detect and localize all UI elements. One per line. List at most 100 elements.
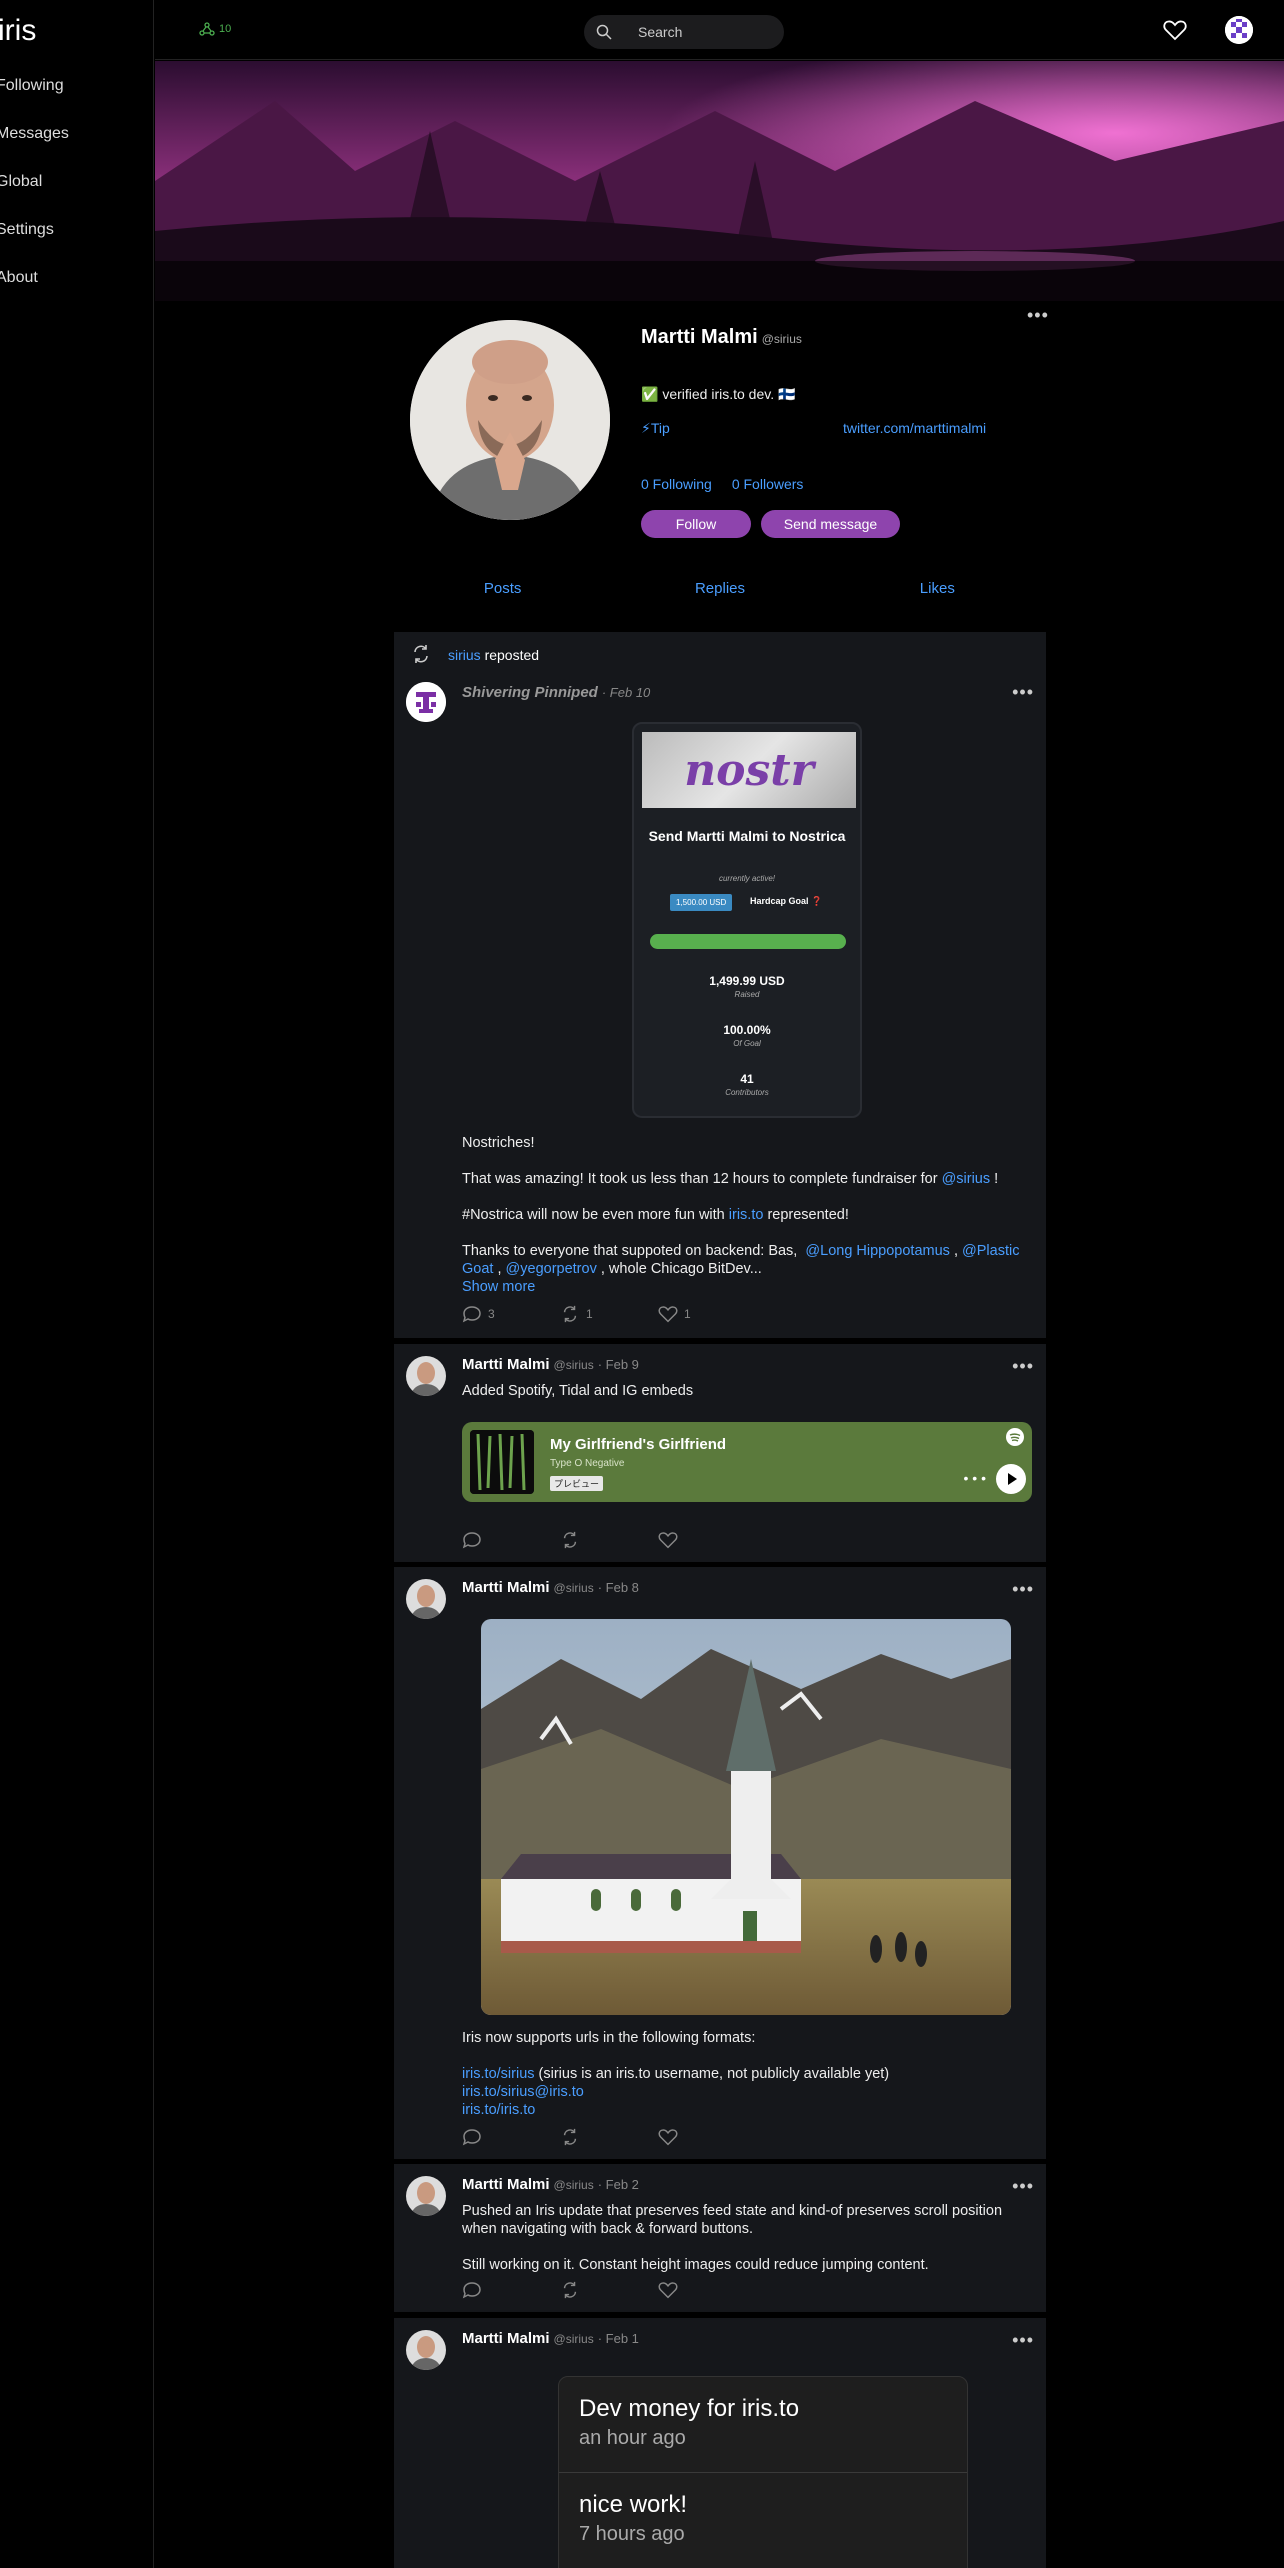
repost-button[interactable] <box>560 1530 658 1550</box>
post-date: · Feb 9 <box>597 1357 639 1372</box>
notifications-heart-icon[interactable] <box>1163 19 1187 41</box>
play-icon <box>1008 1473 1017 1485</box>
card-subtitle: 7 hours ago <box>579 2523 685 2545</box>
play-button[interactable] <box>996 1464 1026 1494</box>
post-author[interactable]: Martti Malmi @sirius · Feb 1 <box>462 2330 639 2347</box>
author-name[interactable]: Shivering Pinniped <box>462 684 598 701</box>
church-photo <box>481 1619 1011 2015</box>
like-button[interactable] <box>658 2127 756 2147</box>
tab-posts[interactable]: Posts <box>394 580 611 597</box>
url-link[interactable]: iris.to <box>729 1207 764 1223</box>
search-icon <box>596 24 612 40</box>
author-name[interactable]: Martti Malmi <box>462 1579 550 1596</box>
search-placeholder: Search <box>638 24 683 40</box>
embed-more-icon[interactable]: • • • <box>964 1470 986 1486</box>
tab-replies[interactable]: Replies <box>611 580 828 597</box>
post-more-icon[interactable]: ••• <box>1012 2330 1034 2351</box>
reply-button[interactable] <box>462 2127 560 2147</box>
sidebar-item-messages[interactable]: Messages <box>0 125 69 143</box>
tab-likes[interactable]: Likes <box>829 580 1046 597</box>
track-title: My Girlfriend's Girlfriend <box>550 1436 727 1453</box>
mention-link[interactable]: @Long Hippopotamus <box>805 1243 950 1259</box>
website-link[interactable]: twitter.com/marttimalmi <box>843 420 986 436</box>
repost-button[interactable] <box>560 2280 658 2300</box>
author-name[interactable]: Martti Malmi <box>462 1356 550 1373</box>
reply-button[interactable]: 3 <box>462 1304 560 1324</box>
author-name[interactable]: Martti Malmi <box>462 2176 550 2193</box>
post-date: · Feb 8 <box>597 1580 639 1595</box>
peers-indicator[interactable]: 10 <box>199 22 231 36</box>
fundraiser-image[interactable]: nostr Send Martti Malmi to Nostrica curr… <box>632 722 862 1118</box>
heart-icon <box>658 2282 678 2299</box>
tip-link[interactable]: ⚡Tip <box>641 420 670 437</box>
post-author[interactable]: Martti Malmi @sirius · Feb 8 <box>462 1579 639 1596</box>
profile-tabs: Posts Replies Likes <box>394 580 1046 597</box>
fund-contributors: 41 Contributors <box>725 1072 769 1097</box>
url-link[interactable]: iris.to/iris.to <box>462 2101 1022 2119</box>
post-image[interactable]: Dev money for iris.to an hour ago nice w… <box>558 2376 968 2568</box>
card-title: Dev money for iris.to <box>579 2395 800 2422</box>
author-avatar[interactable] <box>406 2330 446 2370</box>
mention-link[interactable]: @sirius <box>942 1171 991 1187</box>
repost-button[interactable] <box>560 2127 658 2147</box>
sidebar-item-global[interactable]: Global <box>0 173 42 191</box>
like-button[interactable] <box>658 2280 756 2300</box>
fund-raised: 1,499.99 USD Raised <box>709 974 785 999</box>
post-more-icon[interactable]: ••• <box>1012 1356 1034 1377</box>
post-more-icon[interactable]: ••• <box>1012 2176 1034 2197</box>
sidebar-item-about[interactable]: About <box>0 269 38 287</box>
reply-button[interactable] <box>462 1530 560 1550</box>
post-text: Pushed an Iris update that preserves fee… <box>462 2203 1003 2273</box>
profile-more-icon[interactable]: ••• <box>1027 305 1049 326</box>
send-message-button[interactable]: Send message <box>761 510 900 538</box>
like-button[interactable]: 1 <box>658 1304 756 1324</box>
profile-display-name: Martti Malmi <box>641 326 758 348</box>
reply-button[interactable] <box>462 2280 560 2300</box>
post-more-icon[interactable]: ••• <box>1012 1579 1034 1600</box>
feed-post[interactable]: Martti Malmi @sirius · Feb 1 ••• Dev money… <box>394 2318 1046 2568</box>
post-actions <box>462 2280 756 2300</box>
profile-handle: @sirius <box>761 332 802 346</box>
show-more-link[interactable]: Show more <box>462 1278 1022 1296</box>
post-more-icon[interactable]: ••• <box>1012 682 1034 703</box>
author-name[interactable]: Martti Malmi <box>462 2330 550 2347</box>
author-avatar[interactable] <box>406 1579 446 1619</box>
peers-count: 10 <box>219 23 232 35</box>
post-author[interactable]: Martti Malmi @sirius · Feb 2 <box>462 2176 639 2193</box>
fund-percent: 100.00% Of Goal <box>723 1023 771 1048</box>
avatar-icon <box>1225 16 1253 44</box>
repost-button[interactable]: 1 <box>560 1304 658 1324</box>
feed-post[interactable]: sirius reposted Shivering Pinniped · Feb … <box>394 632 1046 1338</box>
followers-count-link[interactable]: 0 Followers <box>732 476 804 492</box>
post-date: · Feb 1 <box>597 2331 639 2346</box>
post-author[interactable]: Shivering Pinniped · Feb 10 <box>462 684 650 701</box>
follow-button[interactable]: Follow <box>641 510 751 538</box>
sidebar-item-settings[interactable]: Settings <box>0 221 54 239</box>
url-link[interactable]: iris.to/sirius <box>462 2066 535 2082</box>
author-avatar[interactable] <box>406 682 446 722</box>
user-avatar[interactable] <box>1225 16 1253 44</box>
fund-goal-label: Hardcap Goal ❓ <box>750 896 823 906</box>
author-avatar[interactable] <box>406 1356 446 1396</box>
avatar-photo <box>406 1356 446 1396</box>
feed-post[interactable]: Martti Malmi @sirius · Feb 8 ••• Iris now … <box>394 1567 1046 2159</box>
post-image[interactable] <box>481 1619 1011 2015</box>
repost-user-link[interactable]: sirius <box>448 647 481 663</box>
url-link[interactable]: iris.to/sirius@iris.to <box>462 2083 1022 2101</box>
sidebar-item-following[interactable]: Following <box>0 77 64 95</box>
album-art <box>470 1430 534 1494</box>
search-input[interactable]: Search <box>584 15 784 49</box>
author-avatar[interactable] <box>406 2176 446 2216</box>
following-count-link[interactable]: 0 Following <box>641 476 712 492</box>
feed-post[interactable]: Martti Malmi @sirius · Feb 9 ••• Added Spo… <box>394 1344 1046 1562</box>
like-button[interactable] <box>658 1530 756 1550</box>
author-handle: @sirius <box>553 1358 594 1372</box>
feed-post[interactable]: Martti Malmi @sirius · Feb 2 ••• Pushed an… <box>394 2164 1046 2312</box>
profile-avatar[interactable] <box>410 320 610 520</box>
post-author[interactable]: Martti Malmi @sirius · Feb 9 <box>462 1356 639 1373</box>
spotify-embed[interactable]: My Girlfriend's Girlfriend Type O Negati… <box>462 1422 1032 1502</box>
repost-icon <box>563 1305 577 1323</box>
mention-link[interactable]: @yegorpetrov <box>506 1261 597 1277</box>
app-logo[interactable]: iris <box>0 14 36 48</box>
post-text: Iris now supports urls in the following … <box>462 2029 1022 2119</box>
